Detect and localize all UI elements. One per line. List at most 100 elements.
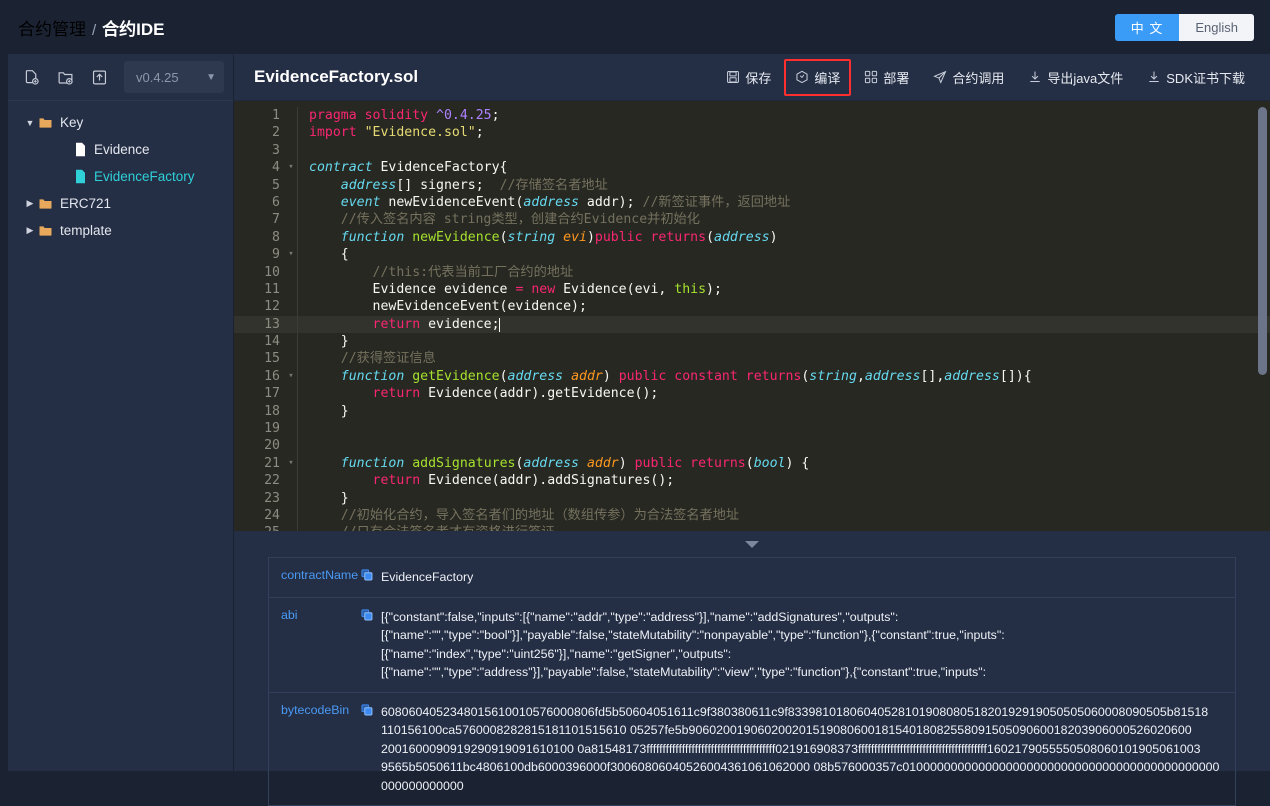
upload-icon[interactable] xyxy=(86,64,112,90)
toolbar-button-deploy[interactable]: 部署 xyxy=(853,59,920,96)
code-line-text: function newEvidence(string evi)public r… xyxy=(309,229,778,246)
solidity-version-select[interactable]: v0.4.25 ▼ xyxy=(124,61,224,93)
code-line[interactable]: 13 return evidence; xyxy=(234,316,1270,333)
toolbar-button-label: 导出java文件 xyxy=(1047,68,1123,87)
copy-icon[interactable] xyxy=(361,609,373,682)
code-line[interactable]: 6 event newEvidenceEvent(address addr); … xyxy=(234,194,1270,211)
code-line-text: event newEvidenceEvent(address addr); //… xyxy=(309,194,790,211)
code-line[interactable]: 4▾contract EvidenceFactory{ xyxy=(234,159,1270,176)
fold-spacer xyxy=(286,420,296,437)
code-line[interactable]: 2import "Evidence.sol"; xyxy=(234,124,1270,141)
code-line[interactable]: 22 return Evidence(addr).addSignatures()… xyxy=(234,472,1270,489)
chevron-right-icon[interactable]: ▶ xyxy=(22,198,38,209)
code-line[interactable]: 12 newEvidenceEvent(evidence); xyxy=(234,298,1270,315)
tree-item-label: template xyxy=(60,224,112,238)
language-toggle[interactable]: 中 文 English xyxy=(1115,14,1254,41)
chevron-down-icon[interactable]: ▼ xyxy=(22,118,38,128)
new-file-icon[interactable] xyxy=(18,64,44,90)
fold-spacer xyxy=(286,142,296,159)
code-line-text: //获得签证信息 xyxy=(309,350,436,367)
fold-toggle-icon[interactable]: ▾ xyxy=(286,159,296,176)
line-number: 9 xyxy=(234,246,286,263)
fold-spacer xyxy=(286,507,296,524)
tree-item-template[interactable]: ▶ template xyxy=(8,217,233,244)
code-line[interactable]: 15 //获得签证信息 xyxy=(234,350,1270,367)
gutter-divider xyxy=(297,281,309,298)
toolbar-button-contract-call[interactable]: 合约调用 xyxy=(922,59,1015,96)
code-line[interactable]: 14 } xyxy=(234,333,1270,350)
code-line[interactable]: 11 Evidence evidence = new Evidence(evi,… xyxy=(234,281,1270,298)
toolbar-button-download[interactable]: SDK证书下载 xyxy=(1136,59,1256,96)
code-line[interactable]: 24 //初始化合约，导入签名者们的地址（数组传参）为合法签名者地址 xyxy=(234,507,1270,524)
code-line-text: import "Evidence.sol"; xyxy=(309,124,484,141)
download-icon xyxy=(1028,70,1042,84)
copy-icon[interactable] xyxy=(361,569,373,587)
code-line[interactable]: 5 address[] signers; //存储签名者地址 xyxy=(234,177,1270,194)
toolbar-button-compile[interactable]: 编译 xyxy=(784,59,851,96)
result-value-line: 6080604052348015610010576000806fd5b50604… xyxy=(381,703,1225,722)
toolbar-button-download[interactable]: 导出java文件 xyxy=(1017,59,1134,96)
fold-spacer xyxy=(286,177,296,194)
chevron-right-icon[interactable]: ▶ xyxy=(22,225,38,236)
folder-icon xyxy=(38,223,53,238)
gutter-divider xyxy=(297,333,309,350)
code-line[interactable]: 18 } xyxy=(234,403,1270,420)
breadcrumb-parent[interactable]: 合约管理 xyxy=(18,15,86,40)
gutter-divider xyxy=(297,316,309,333)
line-number: 21 xyxy=(234,455,286,472)
toolbar-button-save[interactable]: 保存 xyxy=(715,59,782,96)
language-option-english[interactable]: English xyxy=(1179,14,1254,41)
code-line[interactable]: 8 function newEvidence(string evi)public… xyxy=(234,229,1270,246)
tree-item-evidencefactory[interactable]: EvidenceFactory xyxy=(8,163,233,190)
fold-toggle-icon[interactable]: ▾ xyxy=(286,246,296,263)
gutter-divider xyxy=(297,472,309,489)
language-option-chinese[interactable]: 中 文 xyxy=(1115,14,1180,41)
fold-spacer xyxy=(286,194,296,211)
code-lines-container[interactable]: 1pragma solidity ^0.4.25;2import "Eviden… xyxy=(234,101,1270,531)
code-line-text: return Evidence(addr).addSignatures(); xyxy=(309,472,674,489)
code-editor[interactable]: 1pragma solidity ^0.4.25;2import "Eviden… xyxy=(234,101,1270,531)
code-line-text: pragma solidity ^0.4.25; xyxy=(309,107,500,124)
fold-toggle-icon[interactable]: ▾ xyxy=(286,455,296,472)
new-folder-icon[interactable] xyxy=(52,64,78,90)
result-row: abi[{"constant":false,"inputs":[{"name":… xyxy=(269,598,1235,693)
result-panel-collapse-toggle[interactable] xyxy=(234,531,1270,557)
code-line-text: return Evidence(addr).getEvidence(); xyxy=(309,385,658,402)
code-line[interactable]: 23 } xyxy=(234,490,1270,507)
line-number: 25 xyxy=(234,524,286,531)
code-line[interactable]: 16▾ function getEvidence(address addr) p… xyxy=(234,368,1270,385)
code-line[interactable]: 19 xyxy=(234,420,1270,437)
code-line[interactable]: 17 return Evidence(addr).getEvidence(); xyxy=(234,385,1270,402)
fold-toggle-icon[interactable]: ▾ xyxy=(286,368,296,385)
tree-item-erc721[interactable]: ▶ERC721 xyxy=(8,190,233,217)
line-number: 22 xyxy=(234,472,286,489)
fold-spacer xyxy=(286,472,296,489)
tree-item-key[interactable]: ▼Key xyxy=(8,109,233,136)
gutter-divider xyxy=(297,159,309,176)
contract-call-icon xyxy=(933,70,947,84)
tree-item-label: EvidenceFactory xyxy=(94,170,195,184)
copy-icon[interactable] xyxy=(361,704,373,796)
code-line[interactable]: 25 //只有合法签名者才有资格进行签证 xyxy=(234,524,1270,531)
code-line[interactable]: 3 xyxy=(234,142,1270,159)
line-number: 18 xyxy=(234,403,286,420)
result-value-line: 2001600090919290919091610100 0a81548173f… xyxy=(381,740,1225,759)
result-value-line: [{"name":"index","type":"uint256"}],"nam… xyxy=(381,645,1005,664)
tree-item-evidence[interactable]: Evidence xyxy=(8,136,233,163)
code-line[interactable]: 21▾ function addSignatures(address addr)… xyxy=(234,455,1270,472)
code-line-text: //this:代表当前工厂合约的地址 xyxy=(309,264,573,281)
line-number: 15 xyxy=(234,350,286,367)
editor-vertical-scrollbar[interactable] xyxy=(1258,107,1267,375)
code-line[interactable]: 7 //传入签名内容 string类型，创建合约Evidence并初始化 xyxy=(234,211,1270,228)
fold-spacer xyxy=(286,490,296,507)
code-line[interactable]: 20 xyxy=(234,437,1270,454)
code-line[interactable]: 1pragma solidity ^0.4.25; xyxy=(234,107,1270,124)
fold-spacer xyxy=(286,264,296,281)
code-line[interactable]: 10 //this:代表当前工厂合约的地址 xyxy=(234,264,1270,281)
line-number: 24 xyxy=(234,507,286,524)
fold-spacer xyxy=(286,281,296,298)
gutter-divider xyxy=(297,507,309,524)
code-line[interactable]: 9▾ { xyxy=(234,246,1270,263)
code-line-text: //初始化合约，导入签名者们的地址（数组传参）为合法签名者地址 xyxy=(309,507,739,524)
toolbar-button-label: SDK证书下载 xyxy=(1166,68,1245,87)
